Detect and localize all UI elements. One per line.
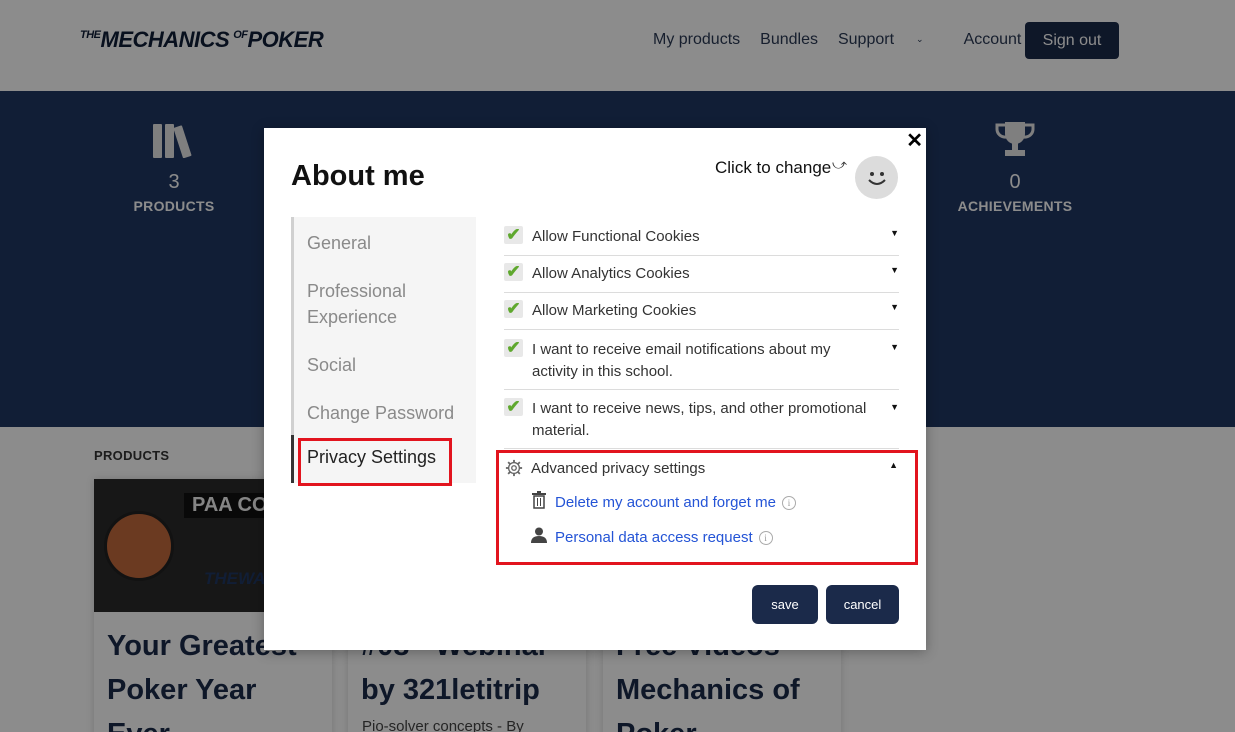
delete-account-row: Delete my account and forget me i: [529, 491, 796, 514]
sidebar-item-change-password[interactable]: Change Password: [307, 400, 467, 426]
change-avatar-label: Click to change: [715, 158, 832, 177]
data-access-link[interactable]: Personal data access request: [555, 529, 753, 546]
caret-up-icon[interactable]: ▲: [889, 460, 898, 470]
sidebar-item-social[interactable]: Social: [307, 352, 467, 378]
trash-icon: [529, 491, 549, 514]
delete-account-link[interactable]: Delete my account and forget me: [555, 494, 776, 511]
about-me-modal: ✕ About me Click to change ⤻ General Pro…: [264, 128, 926, 650]
checkbox[interactable]: ✔: [504, 225, 523, 244]
info-icon[interactable]: i: [781, 495, 796, 510]
arrow-icon: ⤻: [832, 156, 847, 172]
setting-functional-cookies[interactable]: ✔ ▼ Allow Functional Cookies: [504, 219, 899, 256]
caret-down-icon[interactable]: ▼: [890, 396, 899, 418]
advanced-privacy-header[interactable]: Advanced privacy settings: [505, 459, 705, 477]
caret-down-icon[interactable]: ▼: [890, 336, 899, 358]
setting-marketing-cookies[interactable]: ✔ ▼ Allow Marketing Cookies: [504, 293, 899, 330]
sidebar-item-professional-experience[interactable]: Professional Experience: [307, 278, 467, 330]
highlight-box: [298, 438, 452, 486]
checkbox[interactable]: ✔: [504, 397, 523, 416]
setting-news-tips[interactable]: ✔ ▼ I want to receive news, tips, and ot…: [504, 390, 899, 449]
privacy-settings-list: ✔ ▼ Allow Functional Cookies ✔ ▼ Allow A…: [504, 219, 899, 449]
gear-icon: [505, 459, 523, 477]
close-icon[interactable]: ✕: [906, 128, 923, 153]
advanced-privacy-settings: Advanced privacy settings ▲ Delete my ac…: [496, 450, 918, 565]
avatar-button[interactable]: [855, 156, 898, 199]
checkbox[interactable]: ✔: [504, 299, 523, 318]
cancel-button[interactable]: cancel: [826, 585, 899, 624]
data-access-row: Personal data access request i: [529, 527, 773, 548]
setting-analytics-cookies[interactable]: ✔ ▼ Allow Analytics Cookies: [504, 256, 899, 293]
caret-down-icon[interactable]: ▼: [890, 259, 899, 281]
modal-title: About me: [291, 160, 425, 192]
caret-down-icon[interactable]: ▼: [890, 222, 899, 244]
checkbox[interactable]: ✔: [504, 338, 523, 357]
info-icon[interactable]: i: [758, 530, 773, 545]
user-icon: [529, 527, 549, 548]
smiley-icon: [867, 171, 886, 185]
checkbox[interactable]: ✔: [504, 262, 523, 281]
save-button[interactable]: save: [752, 585, 818, 624]
setting-email-notifications[interactable]: ✔ ▼ I want to receive email notification…: [504, 330, 899, 390]
caret-down-icon[interactable]: ▼: [890, 296, 899, 318]
sidebar-item-general[interactable]: General: [307, 230, 467, 256]
